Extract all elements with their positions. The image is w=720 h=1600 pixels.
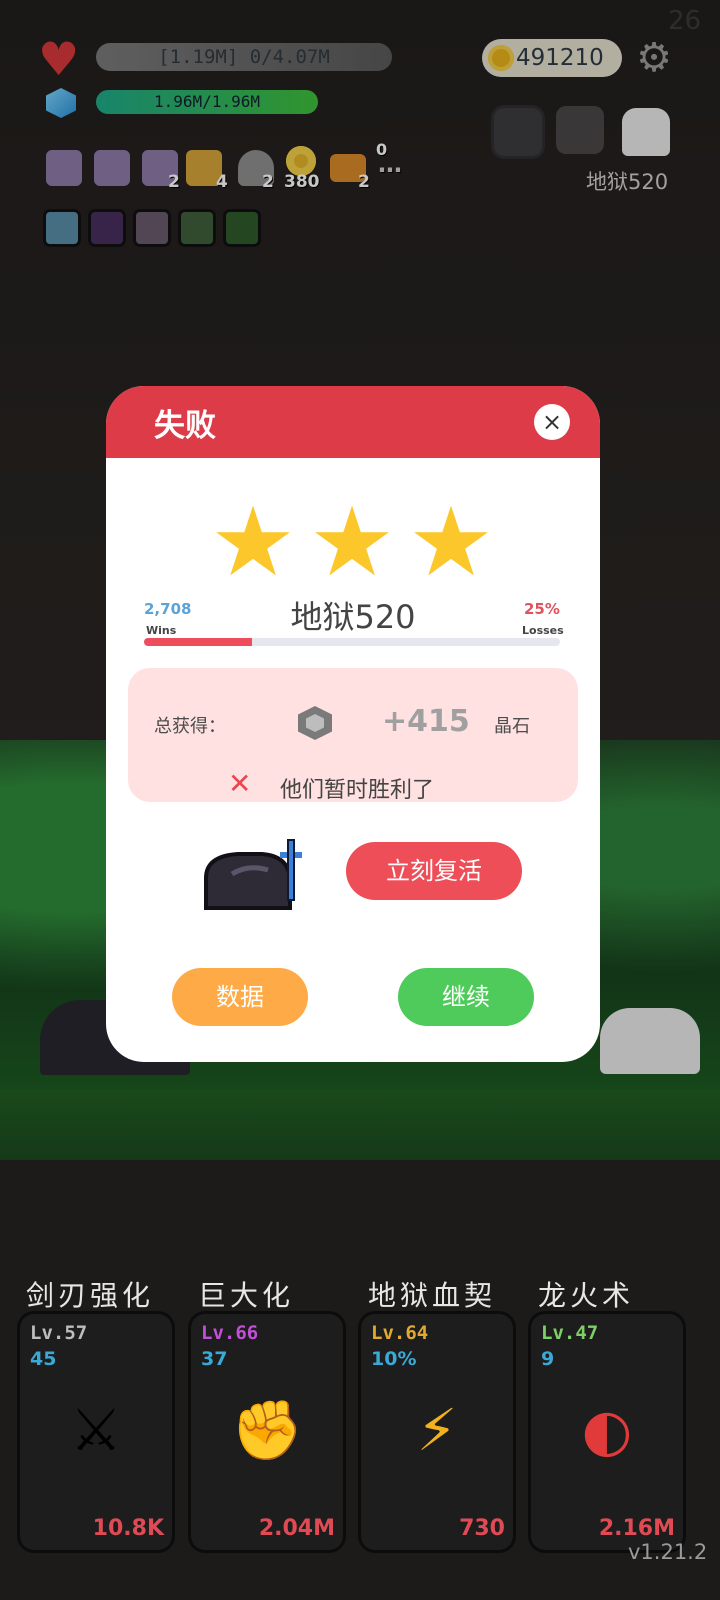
skill-cost: 10.8K <box>92 1516 164 1541</box>
version-label: v1.21.2 <box>628 1540 708 1564</box>
reward-unit: 晶石 <box>494 716 530 737</box>
skill-card-blood-pact[interactable]: Lv.64 10% ⚡ 730 <box>361 1314 513 1550</box>
skill-name: 地狱血契 <box>368 1279 497 1312</box>
win-rate-fill <box>144 638 253 646</box>
win-rate-bar <box>144 638 560 646</box>
defeat-dialog: 失败 × ★ ★ ★ 2,708 Wins 地狱520 25% Losses 总… <box>106 386 600 1062</box>
skill-level: Lv.47 <box>541 1322 599 1344</box>
star-icon: ★ <box>210 486 297 598</box>
crossed-swords-icon: ⚔ <box>70 1396 122 1464</box>
star-icon: ★ <box>309 486 396 598</box>
skill-level: Lv.66 <box>201 1322 259 1344</box>
skill-cost: 2.04M <box>258 1516 335 1541</box>
cross-icon: ✕ <box>228 767 252 800</box>
dialog-header: 失败 × <box>106 386 600 458</box>
skill-cost: 730 <box>459 1516 505 1541</box>
skill-cost: 2.16M <box>598 1516 675 1541</box>
fist-icon: ✊ <box>231 1396 304 1464</box>
watermelon-icon: ◐ <box>581 1396 633 1464</box>
skill-level: Lv.57 <box>30 1322 88 1344</box>
losses-value: 25% <box>524 600 560 618</box>
skill-name: 巨大化 <box>198 1279 295 1312</box>
skill-name: 龙火术 <box>538 1279 635 1312</box>
fail-message: 他们暂时胜利了 <box>280 778 435 803</box>
skill-card-blade[interactable]: Lv.57 45 ⚔ 10.8K <box>20 1314 172 1550</box>
continue-button[interactable]: 继续 <box>398 968 534 1026</box>
losses-label: Losses <box>522 624 564 637</box>
star-icon: ★ <box>408 486 495 598</box>
reward-amount: +415 <box>382 704 470 739</box>
reward-label: 总获得： <box>154 716 226 737</box>
stats-button[interactable]: 数据 <box>172 968 308 1026</box>
close-button[interactable]: × <box>534 404 570 440</box>
skill-value: 9 <box>541 1348 555 1370</box>
skill-level: Lv.64 <box>371 1322 429 1344</box>
tombstone-icon <box>204 839 302 910</box>
skill-card-giant[interactable]: Lv.66 37 ✊ 2.04M <box>191 1314 343 1550</box>
skill-value: 10% <box>371 1348 417 1370</box>
dialog-title: 失败 <box>154 408 216 444</box>
revive-button[interactable]: 立刻复活 <box>346 842 522 900</box>
skill-value: 45 <box>30 1348 57 1370</box>
skill-name: 剑刃强化 <box>26 1279 155 1312</box>
skill-card-dragon-fire[interactable]: Lv.47 9 ◐ 2.16M <box>531 1314 683 1550</box>
reward-panel: 总获得： +415 晶石 ✕ 他们暂时胜利了 <box>128 668 578 803</box>
skill-value: 37 <box>201 1348 228 1370</box>
lightning-icon: ⚡ <box>416 1396 458 1464</box>
